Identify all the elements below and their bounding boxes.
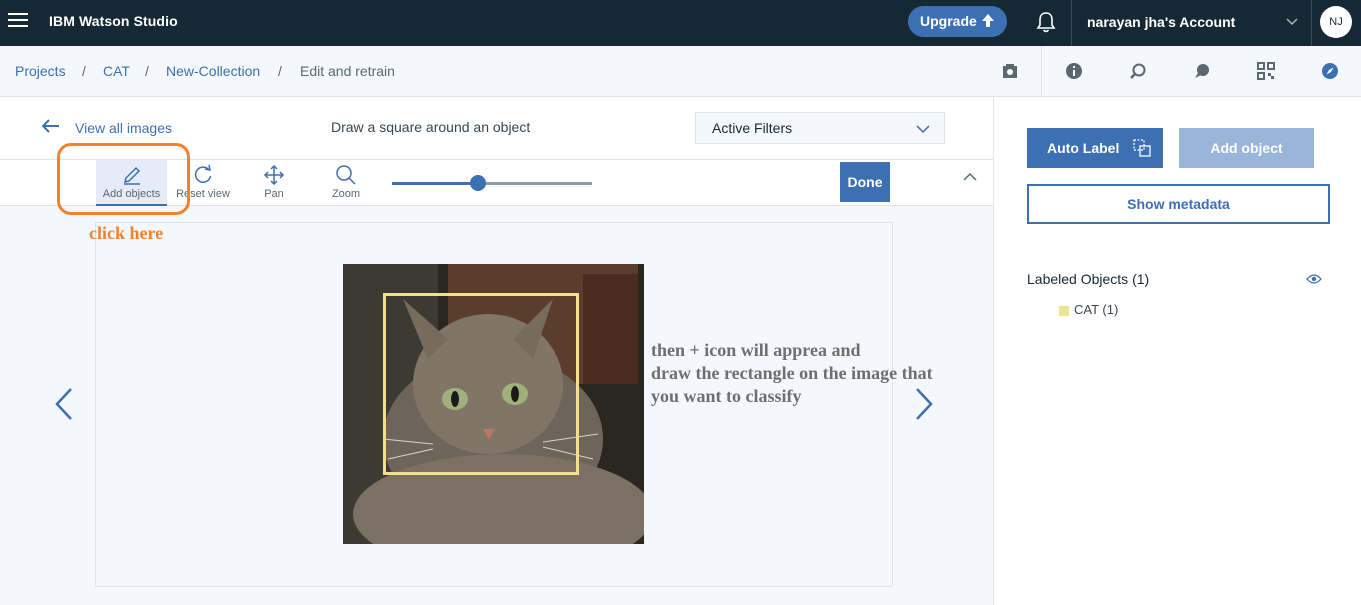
active-filters-label: Active Filters xyxy=(712,120,793,136)
show-metadata-button[interactable]: Show metadata xyxy=(1027,184,1330,224)
reset-icon xyxy=(194,164,212,183)
notification-bell-icon[interactable] xyxy=(1035,10,1057,34)
eye-icon[interactable] xyxy=(1306,273,1322,285)
avatar[interactable]: NJ xyxy=(1320,6,1352,38)
zoom-slider-thumb[interactable] xyxy=(470,175,486,191)
toolbar-divider xyxy=(1041,46,1042,97)
zoom-slider-fill xyxy=(392,182,478,185)
breadcrumb-separator: / xyxy=(278,63,282,79)
breadcrumb-projects[interactable]: Projects xyxy=(15,63,66,79)
header-divider xyxy=(1071,0,1072,46)
tutorial-note-line: you want to classify xyxy=(651,386,802,406)
auto-label-button[interactable]: Auto Label xyxy=(1027,128,1163,168)
info-icon[interactable] xyxy=(1065,62,1083,80)
compass-icon[interactable] xyxy=(1321,62,1339,80)
menu-icon[interactable] xyxy=(8,10,28,30)
breadcrumb-current: Edit and retrain xyxy=(300,63,395,79)
chat-icon[interactable] xyxy=(1193,62,1211,80)
tutorial-note-line: draw the rectangle on the image that xyxy=(651,363,933,383)
chevron-down-icon xyxy=(916,125,930,134)
header-divider xyxy=(1311,0,1312,46)
label-color-swatch xyxy=(1059,306,1069,316)
pan-label: Pan xyxy=(264,188,284,200)
breadcrumb: Projects / CAT / New-Collection / Edit a… xyxy=(0,46,1361,97)
tutorial-note: then + icon will apprea and draw the rec… xyxy=(651,339,971,408)
breadcrumb-new-collection[interactable]: New-Collection xyxy=(166,63,260,79)
tutorial-highlight xyxy=(57,143,190,215)
upgrade-label: Upgrade xyxy=(920,13,977,29)
upgrade-button[interactable]: Upgrade xyxy=(908,6,1007,37)
chevron-left-icon[interactable] xyxy=(52,386,76,422)
upload-arrow-icon xyxy=(982,14,994,27)
active-filters-dropdown[interactable]: Active Filters xyxy=(695,112,945,144)
view-all-images-link[interactable]: View all images xyxy=(75,120,172,136)
tutorial-note-line: then + icon will apprea and xyxy=(651,340,861,360)
auto-label-text: Auto Label xyxy=(1047,140,1120,156)
zoom-icon xyxy=(336,165,356,185)
editor-pane: View all images Draw a square around an … xyxy=(0,97,993,605)
label-item-cat[interactable]: CAT (1) xyxy=(1074,302,1118,317)
pan-tool[interactable]: Pan xyxy=(254,160,294,206)
zoom-label: Zoom xyxy=(331,188,361,200)
zoom-tool[interactable]: Zoom xyxy=(326,160,366,206)
project-assets-icon[interactable] xyxy=(1001,62,1019,80)
zoom-slider[interactable] xyxy=(392,182,592,185)
chevron-down-icon[interactable] xyxy=(1285,14,1299,28)
app-title[interactable]: IBM Watson Studio xyxy=(49,13,178,29)
find-replace-icon[interactable] xyxy=(1129,62,1147,80)
chevron-up-icon[interactable] xyxy=(962,170,978,184)
pan-icon xyxy=(263,164,285,186)
top-header: IBM Watson Studio Upgrade narayan jha's … xyxy=(0,0,1361,46)
account-switcher[interactable]: narayan jha's Account xyxy=(1087,14,1235,30)
breadcrumb-separator: / xyxy=(145,63,149,79)
apps-grid-icon[interactable] xyxy=(1257,62,1275,80)
tutorial-click-here: click here xyxy=(89,223,164,243)
arrow-left-icon[interactable] xyxy=(42,119,60,133)
labels-sidebar: Auto Label Add object Show metadata Labe… xyxy=(993,97,1361,605)
breadcrumb-separator: / xyxy=(82,63,86,79)
add-object-button[interactable]: Add object xyxy=(1179,128,1314,168)
editor-instruction: Draw a square around an object xyxy=(331,119,531,135)
object-bounding-box[interactable] xyxy=(383,293,579,475)
done-button[interactable]: Done xyxy=(840,162,890,202)
breadcrumb-cat[interactable]: CAT xyxy=(103,63,130,79)
labeled-objects-title: Labeled Objects (1) xyxy=(1027,271,1150,287)
auto-label-icon xyxy=(1133,139,1151,157)
